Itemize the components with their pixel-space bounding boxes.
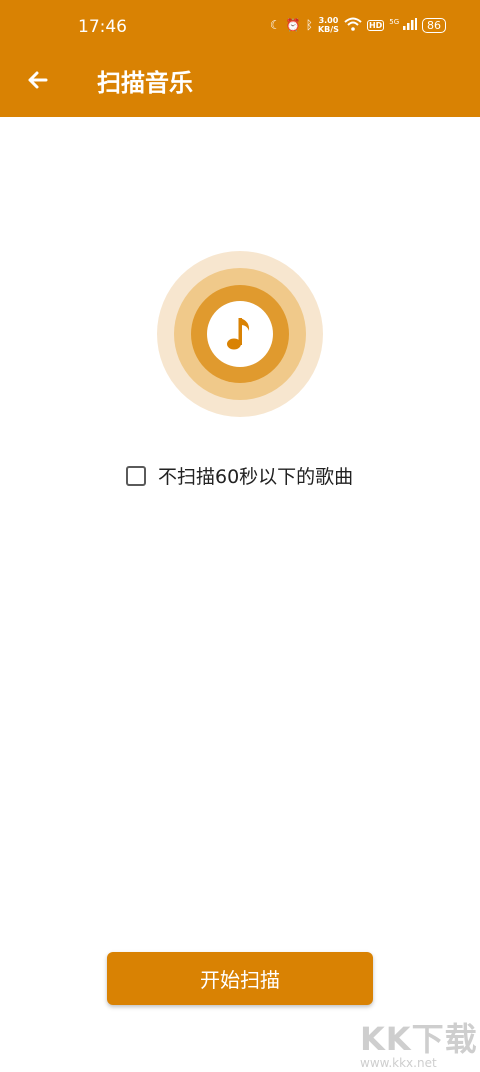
status-time: 17:46 bbox=[78, 17, 127, 37]
watermark: KK下载 www.kkx.net bbox=[360, 1014, 478, 1070]
status-icons: ☾ ⏰ ᛒ 3.00 KB/S HD 5G 86 bbox=[270, 16, 446, 34]
speed-unit: KB/S bbox=[317, 25, 339, 34]
hd-badge: HD bbox=[366, 19, 385, 31]
network-type: 5G bbox=[389, 17, 400, 26]
signal-icon: 5G bbox=[389, 17, 417, 33]
scan-animation bbox=[157, 251, 323, 417]
page-title: 扫描音乐 bbox=[97, 69, 193, 97]
alarm-icon: ⏰ bbox=[285, 18, 301, 32]
battery-indicator: 86 bbox=[422, 17, 446, 33]
moon-icon: ☾ bbox=[270, 18, 281, 32]
app-header: 17:46 ☾ ⏰ ᛒ 3.00 KB/S HD 5G 86 扫描音乐 bbox=[0, 0, 480, 117]
watermark-brand: KK下载 bbox=[360, 1020, 478, 1058]
start-scan-button[interactable]: 开始扫描 bbox=[107, 952, 373, 1005]
network-speed: 3.00 KB/S bbox=[318, 16, 339, 34]
skip-short-checkbox[interactable] bbox=[126, 465, 146, 486]
bluetooth-icon: ᛒ bbox=[305, 18, 313, 32]
wifi-icon bbox=[344, 17, 362, 34]
music-note-icon bbox=[227, 318, 250, 350]
skip-short-songs-option[interactable]: 不扫描60秒以下的歌曲 bbox=[126, 462, 353, 489]
arrow-left-icon bbox=[28, 71, 48, 89]
speed-value: 3.00 bbox=[318, 16, 339, 25]
back-button[interactable] bbox=[22, 64, 54, 96]
skip-short-label: 不扫描60秒以下的歌曲 bbox=[158, 466, 354, 488]
